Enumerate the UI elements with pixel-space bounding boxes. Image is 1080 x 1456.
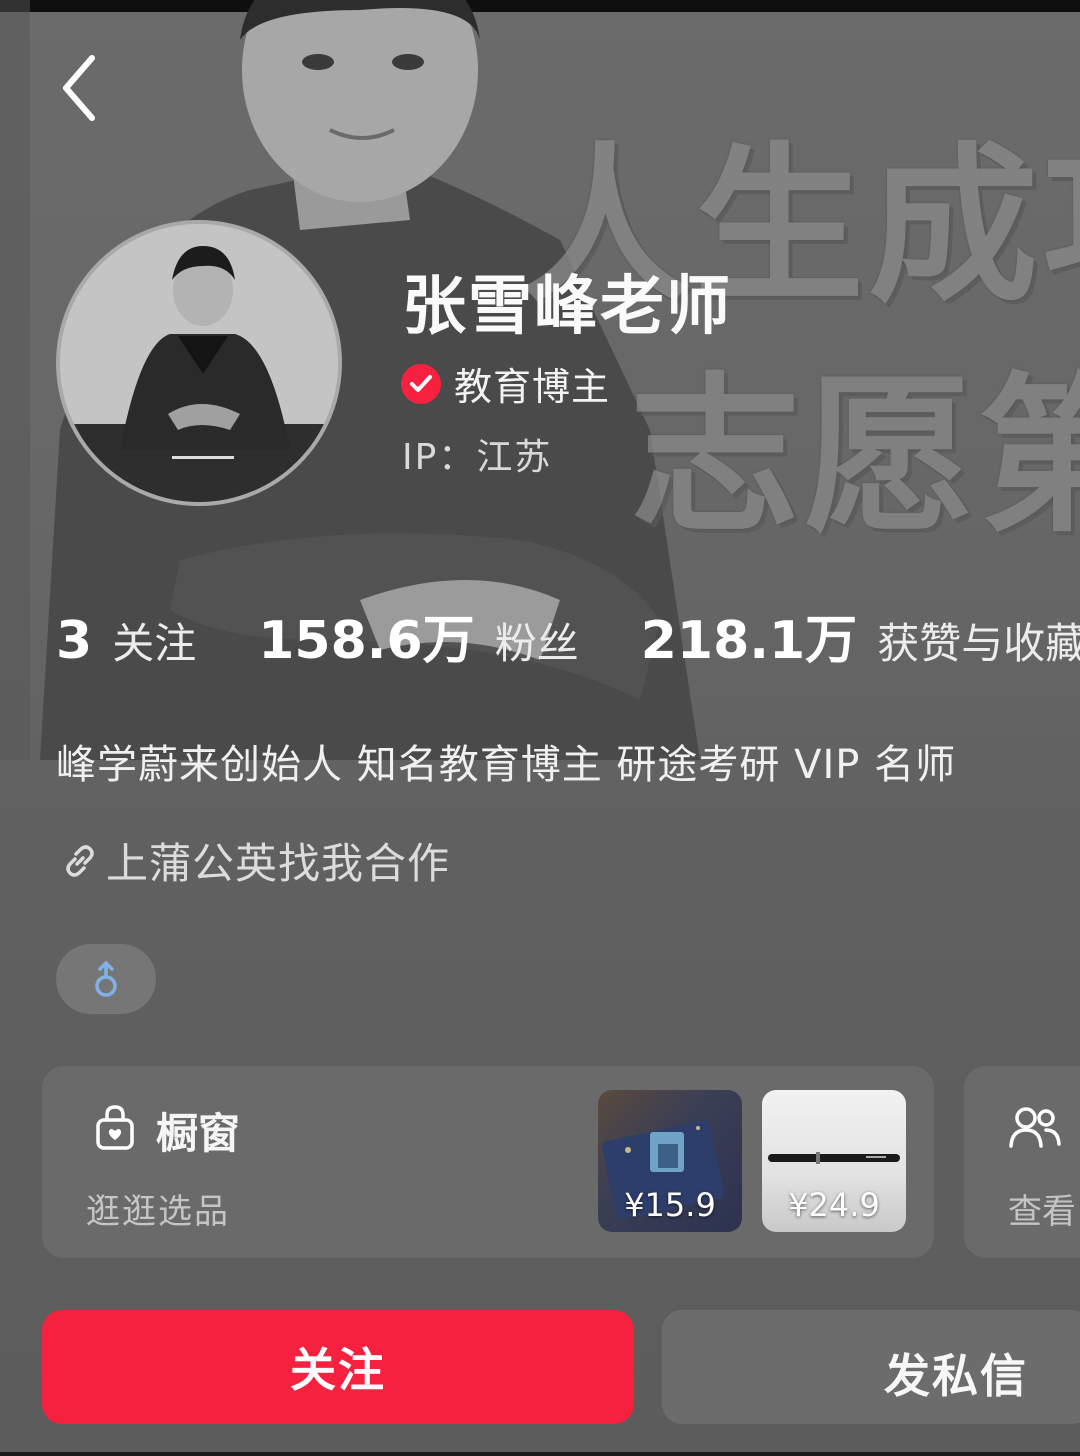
shop-window-card[interactable]: 橱窗 逛逛选品 ¥15.9 ¥24.9 [42, 1066, 934, 1258]
link-label: 上蒲公英找我合作 [106, 839, 451, 888]
profile-screen: 人生成功 志愿第 张雪峰老师 教育博主 IP：江苏 3 关注 [0, 0, 1080, 1456]
shop-title: 橱窗 [156, 1109, 241, 1158]
product-thumbnail[interactable]: ¥24.9 [762, 1090, 906, 1232]
stat-value: 158.6万 [258, 611, 475, 671]
stat-label: 关注 [112, 619, 197, 668]
link-icon [66, 844, 94, 877]
follow-button[interactable]: 关注 [42, 1310, 634, 1424]
product-thumbnail[interactable]: ¥15.9 [598, 1090, 742, 1232]
stat-value: 3 [56, 611, 93, 671]
profile-name: 张雪峰老师 [402, 270, 732, 344]
stat-label: 粉丝 [494, 619, 579, 668]
gender-tag [56, 944, 156, 1014]
product-price: ¥24.9 [788, 1186, 880, 1224]
shopping-bag-icon [96, 1105, 134, 1150]
stat-followers[interactable]: 158.6万 粉丝 [258, 598, 579, 673]
chevron-left-icon[interactable] [56, 52, 104, 124]
stats-row: 3 关注 158.6万 粉丝 218.1万 获赞与收藏 [56, 598, 1080, 673]
stat-label: 获赞与收藏 [877, 619, 1080, 668]
avatar[interactable] [56, 220, 342, 506]
ip-location: IP：江苏 [402, 437, 553, 478]
stat-value: 218.1万 [640, 611, 858, 671]
shop-subtitle: 逛逛选品 [86, 1192, 230, 1232]
stat-likes-saves[interactable]: 218.1万 获赞与收藏 [641, 598, 1080, 673]
avatar-photo [60, 224, 338, 502]
product-price: ¥15.9 [624, 1186, 716, 1224]
poster-text-line-2: 志愿第 [630, 358, 1080, 556]
group-card[interactable]: 查看 [964, 1066, 1080, 1258]
badge-label: 教育博主 [454, 365, 611, 409]
group-label: 查看 [1008, 1192, 1076, 1232]
bottom-edge [0, 1452, 1080, 1456]
message-button-label: 发私信 [884, 1349, 1028, 1403]
stat-following[interactable]: 3 关注 [56, 610, 196, 671]
verified-badge: 教育博主 [400, 356, 610, 411]
cooperation-link[interactable]: 上蒲公英找我合作 [58, 830, 450, 891]
verified-check-icon [401, 363, 441, 404]
message-button[interactable]: 发私信 [662, 1310, 1080, 1424]
profile-bio: 峰学蔚来创始人 知名教育博主 研途考研 VIP 名师 [56, 742, 957, 788]
group-users-icon [1009, 1107, 1061, 1148]
male-icon [95, 961, 117, 997]
